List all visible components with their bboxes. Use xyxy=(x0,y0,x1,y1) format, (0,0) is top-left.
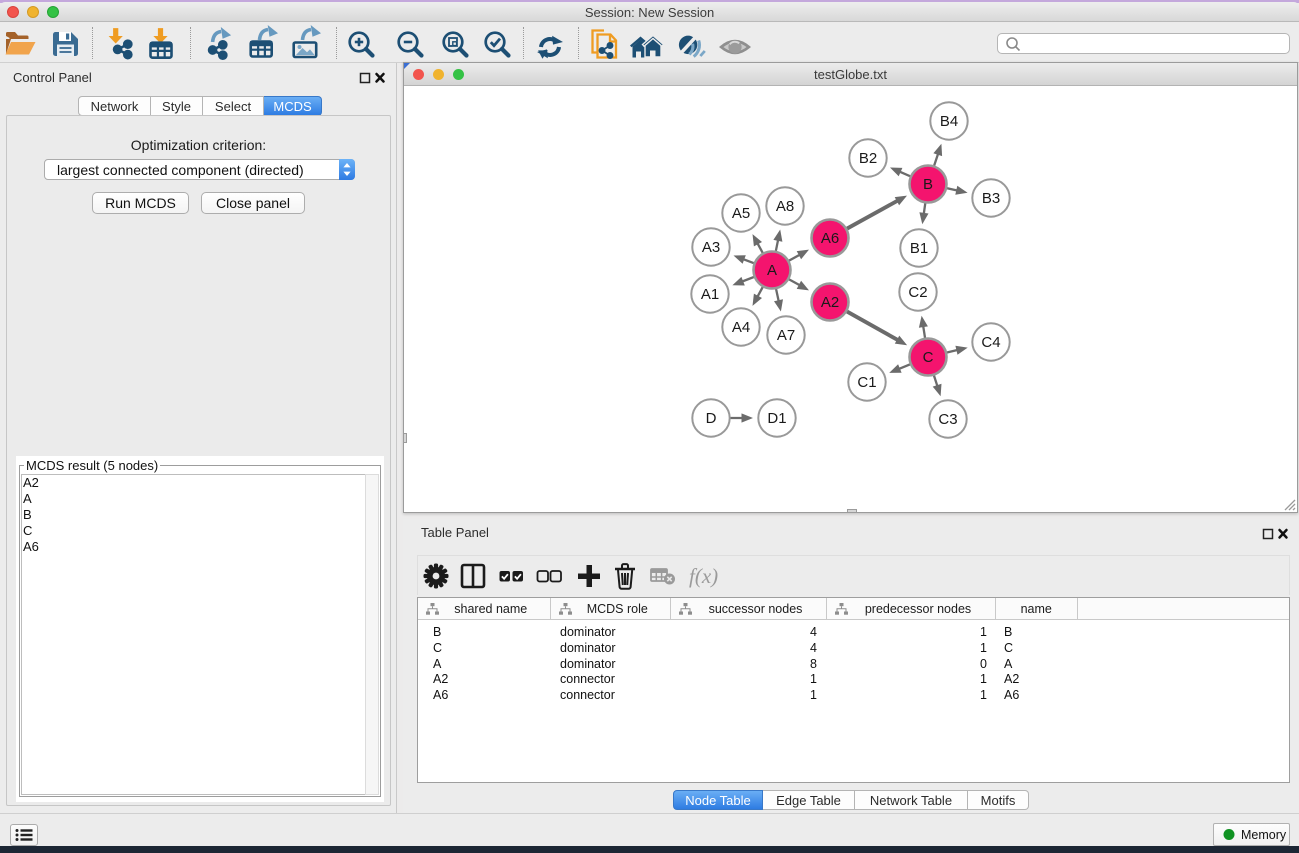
svg-text:D1: D1 xyxy=(767,410,786,427)
svg-text:B3: B3 xyxy=(982,190,1000,207)
svg-text:D: D xyxy=(706,410,717,427)
svg-text:A6: A6 xyxy=(821,230,839,247)
svg-text:A5: A5 xyxy=(732,205,750,222)
svg-text:B1: B1 xyxy=(910,240,928,257)
svg-text:B4: B4 xyxy=(940,113,958,130)
svg-text:C: C xyxy=(923,349,934,366)
svg-text:A2: A2 xyxy=(821,294,839,311)
svg-text:C2: C2 xyxy=(908,284,927,301)
svg-text:C4: C4 xyxy=(981,334,1000,351)
svg-text:C3: C3 xyxy=(938,411,957,428)
svg-text:A4: A4 xyxy=(732,319,750,336)
svg-text:A7: A7 xyxy=(777,327,795,344)
svg-text:C1: C1 xyxy=(857,374,876,391)
svg-text:A8: A8 xyxy=(776,198,794,215)
svg-text:B: B xyxy=(923,176,933,193)
svg-text:B2: B2 xyxy=(859,150,877,167)
svg-text:A: A xyxy=(767,262,777,279)
svg-text:Memory: Memory xyxy=(1241,828,1287,842)
svg-text:A3: A3 xyxy=(702,239,720,256)
svg-text:A1: A1 xyxy=(701,286,719,303)
svg-text:f(x): f(x) xyxy=(689,564,718,588)
